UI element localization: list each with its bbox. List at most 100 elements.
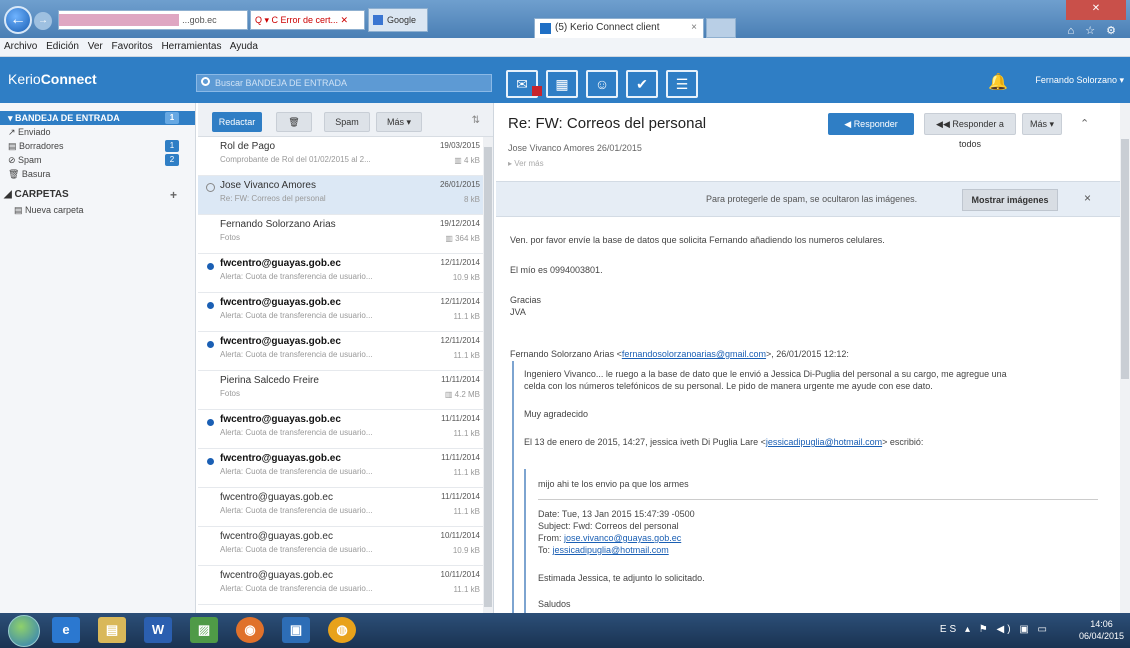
menu-ayuda[interactable]: Ayuda: [230, 41, 258, 52]
folder-count: 1: [165, 112, 179, 124]
ie-icon[interactable]: e: [52, 617, 80, 643]
email-link[interactable]: jessicadipuglia@hotmail.com: [553, 545, 669, 555]
list-scroll-thumb[interactable]: [484, 147, 492, 607]
list-toolbar: Redactar 🗑 Spam Más ▾ ⇅: [198, 103, 493, 137]
reply-all-button[interactable]: ◀◀ Responder a todos: [924, 113, 1016, 149]
folder-inbox[interactable]: ▾ BANDEJA DE ENTRADA 1: [0, 111, 195, 125]
logo-suffix: Connect: [40, 71, 97, 87]
quote-to: To: jessicadipuglia@hotmail.com: [538, 545, 669, 555]
unread-dot-icon: [207, 341, 214, 348]
message-from: fwcentro@guayas.gob.ec: [220, 570, 333, 581]
folder-sent[interactable]: ↗ Enviado: [0, 125, 195, 139]
message-row[interactable]: fwcentro@guayas.gob.ec Alerta: Cuota de t…: [198, 527, 484, 566]
message-from: fwcentro@guayas.gob.ec: [220, 531, 333, 542]
message-row[interactable]: fwcentro@guayas.gob.ec Alerta: Cuota de t…: [198, 566, 484, 605]
delete-button[interactable]: 🗑: [276, 112, 312, 132]
reply-label: Responder: [853, 119, 898, 129]
reply-all-label: Responder a todos: [952, 119, 1004, 149]
address-tools[interactable]: Q ▾ C Error de cert... ✕: [250, 10, 365, 30]
close-icon[interactable]: ×: [1084, 191, 1091, 205]
address-bar[interactable]: ...gob.ec: [58, 10, 248, 30]
folder-spam[interactable]: ⊘ Spam 2: [0, 153, 195, 167]
quote-line: Date: Tue, 13 Jan 2015 15:47:39 -0500: [538, 509, 695, 519]
calendar-icon[interactable]: ▦: [546, 70, 578, 98]
tasks-icon[interactable]: ✔: [626, 70, 658, 98]
bell-icon[interactable]: 🔔: [988, 72, 1008, 92]
message-date: 12/11/2014: [440, 258, 480, 267]
message-preview: Re: FW: Correos del personal: [220, 194, 326, 203]
reading-more-button[interactable]: Más ▾: [1022, 113, 1062, 135]
more-button[interactable]: Más ▾: [376, 112, 422, 132]
message-row[interactable]: Rol de Pago Comprobante de Rol del 01/02/…: [198, 137, 484, 176]
folder-trash[interactable]: 🗑 Basura: [0, 167, 195, 181]
message-date: 10/11/2014: [440, 531, 480, 540]
message-row[interactable]: Pierina Salcedo Freire Fotos 11/11/2014 ▥ 4…: [198, 371, 484, 410]
window-close-button[interactable]: ✕: [1066, 0, 1126, 20]
chrome-icon[interactable]: ◍: [328, 617, 356, 643]
browser-menubar: Archivo Edición Ver Favoritos Herramient…: [0, 38, 1130, 57]
email-link[interactable]: fernandosolorzanoarias@gmail.com: [622, 349, 766, 359]
message-list: Rol de Pago Comprobante de Rol del 01/02/…: [198, 137, 484, 605]
clock-date: 06/04/2015: [1078, 631, 1124, 641]
menu-favoritos[interactable]: Favoritos: [112, 41, 153, 52]
quote-line: Subject: Fwd: Correos del personal: [538, 521, 679, 531]
list-scrollbar[interactable]: [483, 137, 493, 613]
contacts-icon[interactable]: ☺: [586, 70, 618, 98]
message-size: 10.9 kB: [452, 546, 480, 555]
message-row[interactable]: fwcentro@guayas.gob.ec Alerta: Cuota de t…: [198, 488, 484, 527]
back-button[interactable]: ←: [4, 6, 32, 34]
media-icon[interactable]: ▣: [282, 617, 310, 643]
quote2-suffix: > escribió:: [882, 437, 924, 447]
show-more-link[interactable]: ▸ Ver más: [508, 159, 544, 168]
message-row[interactable]: fwcentro@guayas.gob.ec Alerta: Cuota de t…: [198, 332, 484, 371]
reading-scroll-thumb[interactable]: [1121, 139, 1129, 379]
word-icon[interactable]: W: [144, 617, 172, 643]
compose-button[interactable]: Redactar: [212, 112, 262, 132]
tab-google[interactable]: Google: [368, 8, 428, 32]
clock[interactable]: 14:06 06/04/2015: [1079, 618, 1124, 642]
collapse-icon[interactable]: ⌃: [1080, 117, 1089, 130]
firefox-icon[interactable]: ◉: [236, 617, 264, 643]
reply-button[interactable]: ◀ Responder: [828, 113, 914, 135]
message-from: Rol de Pago: [220, 141, 276, 152]
message-row[interactable]: fwcentro@guayas.gob.ec Alerta: Cuota de t…: [198, 410, 484, 449]
add-folder-icon[interactable]: +: [170, 187, 177, 203]
spam-button[interactable]: Spam: [324, 112, 370, 132]
explorer-icon[interactable]: ▤: [98, 617, 126, 643]
message-row[interactable]: fwcentro@guayas.gob.ec Alerta: Cuota de t…: [198, 293, 484, 332]
message-from: fwcentro@guayas.gob.ec: [220, 453, 341, 464]
email-link[interactable]: jessicadipuglia@hotmail.com: [766, 437, 882, 447]
mail-icon[interactable]: ✉: [506, 70, 542, 98]
app-icon[interactable]: ▨: [190, 617, 218, 643]
email-link[interactable]: jose.vivanco@guayas.gob.ec: [564, 533, 681, 543]
start-button[interactable]: [8, 615, 40, 647]
home-star-icons[interactable]: ⌂ ☆ ⚙: [1068, 24, 1120, 37]
menu-archivo[interactable]: Archivo: [4, 41, 37, 52]
user-menu[interactable]: Fernando Solorzano ▾: [1035, 75, 1124, 86]
menu-ver[interactable]: Ver: [88, 41, 103, 52]
inner-quote-block: mijo ahi te los envio pa que los armes D…: [524, 469, 1100, 613]
reading-scrollbar[interactable]: [1120, 103, 1130, 613]
folder-new[interactable]: ▤ Nueva carpeta: [0, 203, 195, 217]
message-row[interactable]: Jose Vivanco Amores Re: FW: Correos del p…: [198, 176, 484, 215]
folders-section-title[interactable]: ◢ CARPETAS +: [0, 187, 195, 203]
message-date: 19/12/2014: [439, 219, 480, 228]
search-input[interactable]: Buscar BANDEJA DE ENTRADA: [196, 74, 492, 92]
forward-button[interactable]: →: [34, 12, 52, 30]
notes-icon[interactable]: ☰: [666, 70, 698, 98]
menu-edicion[interactable]: Edición: [46, 41, 79, 52]
folder-label: 🗑 Basura: [8, 169, 51, 179]
sort-icon[interactable]: ⇅: [472, 115, 480, 126]
tab-close-icon[interactable]: ×: [691, 19, 697, 37]
message-row[interactable]: Fernando Solorzano Arias Fotos 19/12/2014 ▥…: [198, 215, 484, 254]
show-images-button[interactable]: Mostrar imágenes: [962, 189, 1058, 211]
message-row[interactable]: fwcentro@guayas.gob.ec Alerta: Cuota de t…: [198, 449, 484, 488]
menu-herramientas[interactable]: Herramientas: [161, 41, 221, 52]
new-tab-button[interactable]: [706, 18, 736, 38]
system-tray[interactable]: ES ▴ ⚑ ◀) ▣ ▭: [940, 624, 1050, 635]
folder-count: 2: [165, 154, 179, 166]
message-row[interactable]: fwcentro@guayas.gob.ec Alerta: Cuota de t…: [198, 254, 484, 293]
read-circle-icon[interactable]: [206, 183, 215, 192]
folder-drafts[interactable]: ▤ Borradores 1: [0, 139, 195, 153]
tab-kerio[interactable]: (5) Kerio Connect client ×: [534, 18, 704, 38]
